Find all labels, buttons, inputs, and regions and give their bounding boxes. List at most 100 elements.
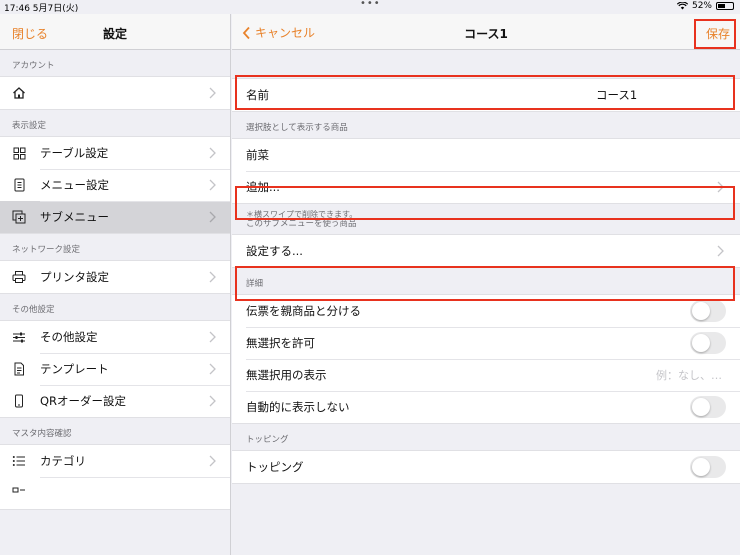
sidebar-item-printer-settings[interactable]: プリンタ設定 — [0, 261, 230, 293]
printer-icon — [12, 270, 26, 284]
details-group: 伝票を親商品と分ける 無選択を許可 無選択用の表示 例：なし、… 自動的に表示し… — [232, 294, 740, 424]
section-header-account: アカウント — [12, 61, 55, 71]
sidebar-item-label: テーブル設定 — [40, 146, 109, 160]
detail-pane: キャンセル コース1 保存 名前 コース1 選択肢として表示する商品 前菜 追加… — [232, 14, 740, 555]
section-header-other: その他設定 — [12, 305, 55, 315]
option-item-label: 前菜 — [246, 148, 269, 162]
auto-hide-toggle[interactable] — [690, 396, 726, 418]
add-option-label: 追加... — [246, 180, 280, 194]
sidebar-item-label: サブメニュー — [40, 210, 109, 224]
multitasking-dots[interactable]: ••• — [360, 0, 381, 9]
grid-icon — [12, 146, 26, 160]
sidebar-item-menu-settings[interactable]: メニュー設定 — [0, 169, 230, 201]
list-icon — [12, 454, 26, 468]
battery-fill — [718, 4, 726, 8]
chevron-right-icon — [209, 455, 216, 467]
document-icon — [12, 362, 26, 376]
section-header-master: マスタ内容確認 — [12, 429, 72, 439]
auto-hide-label: 自動的に表示しない — [246, 400, 350, 414]
chevron-right-icon — [209, 211, 216, 223]
section-header-network: ネットワーク設定 — [12, 245, 81, 255]
add-option-row[interactable]: 追加... — [232, 171, 740, 203]
sidebar-item-other-settings[interactable]: その他設定 — [0, 321, 230, 353]
sidebar-navbar: 閉じる 設定 — [0, 14, 230, 50]
detail-navbar: キャンセル コース1 保存 — [232, 14, 740, 50]
sidebar-item-label: その他設定 — [40, 330, 98, 344]
phone-icon — [12, 394, 26, 408]
sidebar-item-next[interactable] — [0, 477, 230, 509]
allow-none-label: 無選択を許可 — [246, 336, 315, 350]
sidebar-item-label: カテゴリ — [40, 454, 86, 468]
chevron-right-icon — [209, 147, 216, 159]
allow-none-toggle[interactable] — [690, 332, 726, 354]
name-value[interactable]: コース1 — [596, 87, 637, 103]
master-group: カテゴリ — [0, 444, 230, 510]
sidebar-item-home[interactable] — [0, 77, 230, 109]
name-label: 名前 — [246, 88, 269, 102]
option-item-row[interactable]: 前菜 — [232, 139, 740, 171]
submenu-icon — [12, 210, 26, 224]
sidebar-item-qr-order-settings[interactable]: QRオーダー設定 — [0, 385, 230, 417]
sidebar-item-label: プリンタ設定 — [40, 270, 109, 284]
topping-row: トッピング — [232, 451, 740, 483]
separate-ticket-label: 伝票を親商品と分ける — [246, 304, 361, 318]
display-group: テーブル設定 メニュー設定 サブメニュー — [0, 136, 230, 234]
detail-title: コース1 — [464, 27, 508, 41]
chevron-right-icon — [209, 87, 216, 99]
name-group: 名前 コース1 — [232, 78, 740, 112]
usage-group: 設定する... — [232, 234, 740, 268]
none-display-label: 無選択用の表示 — [246, 368, 327, 382]
topping-label: トッピング — [246, 460, 304, 474]
account-group — [0, 76, 230, 110]
sliders-icon — [12, 330, 26, 344]
item-icon — [12, 486, 26, 500]
separate-ticket-toggle[interactable] — [690, 300, 726, 322]
other-group: その他設定 テンプレート QRオーダー設定 — [0, 320, 230, 418]
toggle-knob — [692, 458, 710, 476]
usage-header: このサブメニューを使う商品 — [246, 219, 357, 229]
topping-header: トッピング — [246, 435, 289, 445]
chevron-right-icon — [209, 395, 216, 407]
sidebar-title: 設定 — [102, 27, 127, 41]
sidebar-item-table-settings[interactable]: テーブル設定 — [0, 137, 230, 169]
options-group: 前菜 追加... — [232, 138, 740, 204]
wifi-icon — [676, 2, 688, 10]
topping-group: トッピング — [232, 450, 740, 484]
none-display-input[interactable]: 例：なし、… — [656, 367, 722, 383]
name-row[interactable]: 名前 コース1 — [232, 79, 740, 111]
toggle-knob — [692, 334, 710, 352]
configure-label: 設定する... — [246, 244, 303, 258]
battery-percent: 52% — [691, 1, 712, 11]
chevron-right-icon — [209, 179, 216, 191]
section-header-display: 表示設定 — [12, 121, 47, 131]
sidebar-item-label: テンプレート — [40, 362, 109, 376]
save-button[interactable]: 保存 — [706, 25, 730, 42]
chevron-right-icon — [209, 363, 216, 375]
none-display-row[interactable]: 無選択用の表示 例：なし、… — [232, 359, 740, 391]
sidebar-item-label: QRオーダー設定 — [40, 394, 127, 408]
chevron-right-icon — [717, 245, 724, 257]
toggle-knob — [692, 398, 710, 416]
status-right: 52% — [676, 1, 734, 11]
sidebar-item-template[interactable]: テンプレート — [0, 353, 230, 385]
home-icon — [12, 86, 26, 100]
status-time: 17:46 5月7日(火) — [4, 4, 79, 14]
details-header: 詳細 — [246, 279, 264, 289]
battery-icon — [716, 2, 734, 10]
sidebar-item-category[interactable]: カテゴリ — [0, 445, 230, 477]
topping-toggle[interactable] — [690, 456, 726, 478]
separate-ticket-row: 伝票を親商品と分ける — [232, 295, 740, 327]
sidebar-item-submenu[interactable]: サブメニュー — [0, 201, 230, 233]
chevron-right-icon — [209, 271, 216, 283]
network-group: プリンタ設定 — [0, 260, 230, 294]
toggle-knob — [692, 302, 710, 320]
auto-hide-row: 自動的に表示しない — [232, 391, 740, 423]
configure-row[interactable]: 設定する... — [232, 235, 740, 267]
chevron-right-icon — [209, 331, 216, 343]
status-bar: 17:46 5月7日(火) ••• 52% — [0, 0, 740, 14]
options-header: 選択肢として表示する商品 — [246, 123, 348, 133]
sidebar-item-label: メニュー設定 — [40, 178, 109, 192]
menu-book-icon — [12, 178, 26, 192]
chevron-right-icon — [717, 181, 724, 193]
